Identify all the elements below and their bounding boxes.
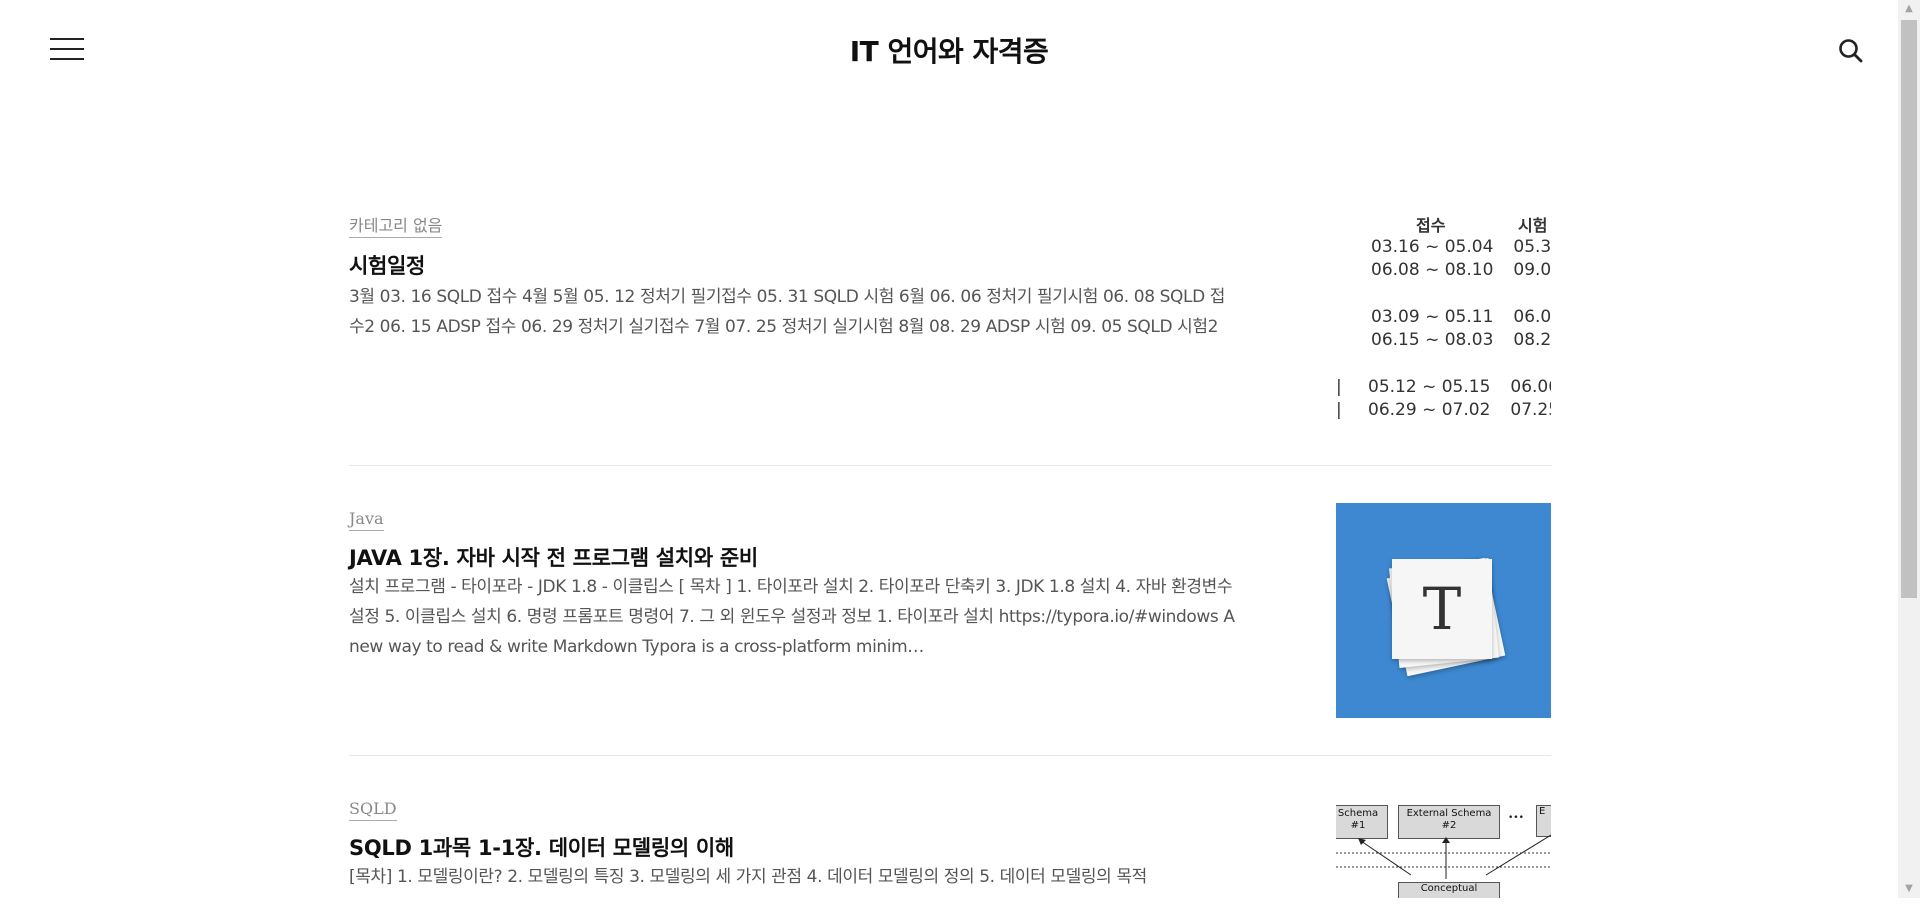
post-title[interactable]: SQLD 1과목 1-1장. 데이터 모델링의 이해 — [349, 832, 734, 862]
scroll-down-arrow-icon[interactable]: ▼ — [1898, 880, 1920, 898]
post-thumbnail[interactable]: Schema #1 External Schema #2 ••• E Conce… — [1336, 805, 1551, 898]
thumb-row: |06.29 ~ 07.0207.25 — [1336, 400, 1551, 420]
thumb-row: 06.08 ~ 08.1009.05 — [1371, 260, 1551, 280]
scrollbar-thumb[interactable] — [1901, 20, 1917, 598]
thumb-row: 06.15 ~ 08.0308.29 — [1371, 330, 1551, 350]
thumb-row: 03.09 ~ 05.1106.07 — [1371, 307, 1551, 327]
thumb-row: 03.16 ~ 05.0405.31 — [1371, 237, 1551, 257]
thumb-row: |05.12 ~ 05.1506.06 — [1336, 377, 1551, 397]
scroll-up-arrow-icon[interactable]: ▲ — [1898, 0, 1920, 18]
blog-header: IT 언어와 자격증 — [0, 0, 1898, 100]
post-thumbnail[interactable]: 접수 시험 03.16 ~ 05.0405.31 06.08 ~ 08.1009… — [1336, 210, 1551, 425]
post-category[interactable]: Java — [349, 509, 384, 531]
post-excerpt: [목차] 1. 모델링이란? 2. 모델링의 특징 3. 모델링의 세 가지 관… — [349, 867, 1147, 887]
post-excerpt: 3월 03. 16 SQLD 접수 4월 5월 05. 12 정처기 필기접수 … — [349, 287, 1226, 337]
post-item[interactable]: SQLD SQLD 1과목 1-1장. 데이터 모델링의 이해 [목차] 1. … — [349, 755, 1551, 915]
post-category[interactable]: SQLD — [349, 799, 397, 821]
thumb-col-header: 접수 — [1416, 216, 1446, 235]
post-item[interactable]: Java JAVA 1장. 자바 시작 전 프로그램 설치와 준비 설치 프로그… — [349, 465, 1551, 756]
schema-box: Conceptual — [1398, 882, 1500, 898]
post-title[interactable]: 시험일정 — [349, 250, 425, 280]
post-item[interactable]: 카테고리 없음 시험일정 3월 03. 16 SQLD 접수 4월 5월 05.… — [349, 205, 1551, 466]
post-title[interactable]: JAVA 1장. 자바 시작 전 프로그램 설치와 준비 — [349, 542, 758, 572]
blog-title[interactable]: IT 언어와 자격증 — [0, 30, 1898, 70]
post-excerpt: 설치 프로그램 - 타이포라 - JDK 1.8 - 이클립스 [ 목차 ] 1… — [349, 577, 1235, 657]
post-thumbnail[interactable]: T — [1336, 503, 1551, 718]
thumb-col-header: 시험 — [1518, 216, 1548, 235]
post-category[interactable]: 카테고리 없음 — [349, 216, 443, 238]
search-icon[interactable] — [1838, 38, 1864, 64]
typora-logo-icon: T — [1392, 559, 1492, 659]
